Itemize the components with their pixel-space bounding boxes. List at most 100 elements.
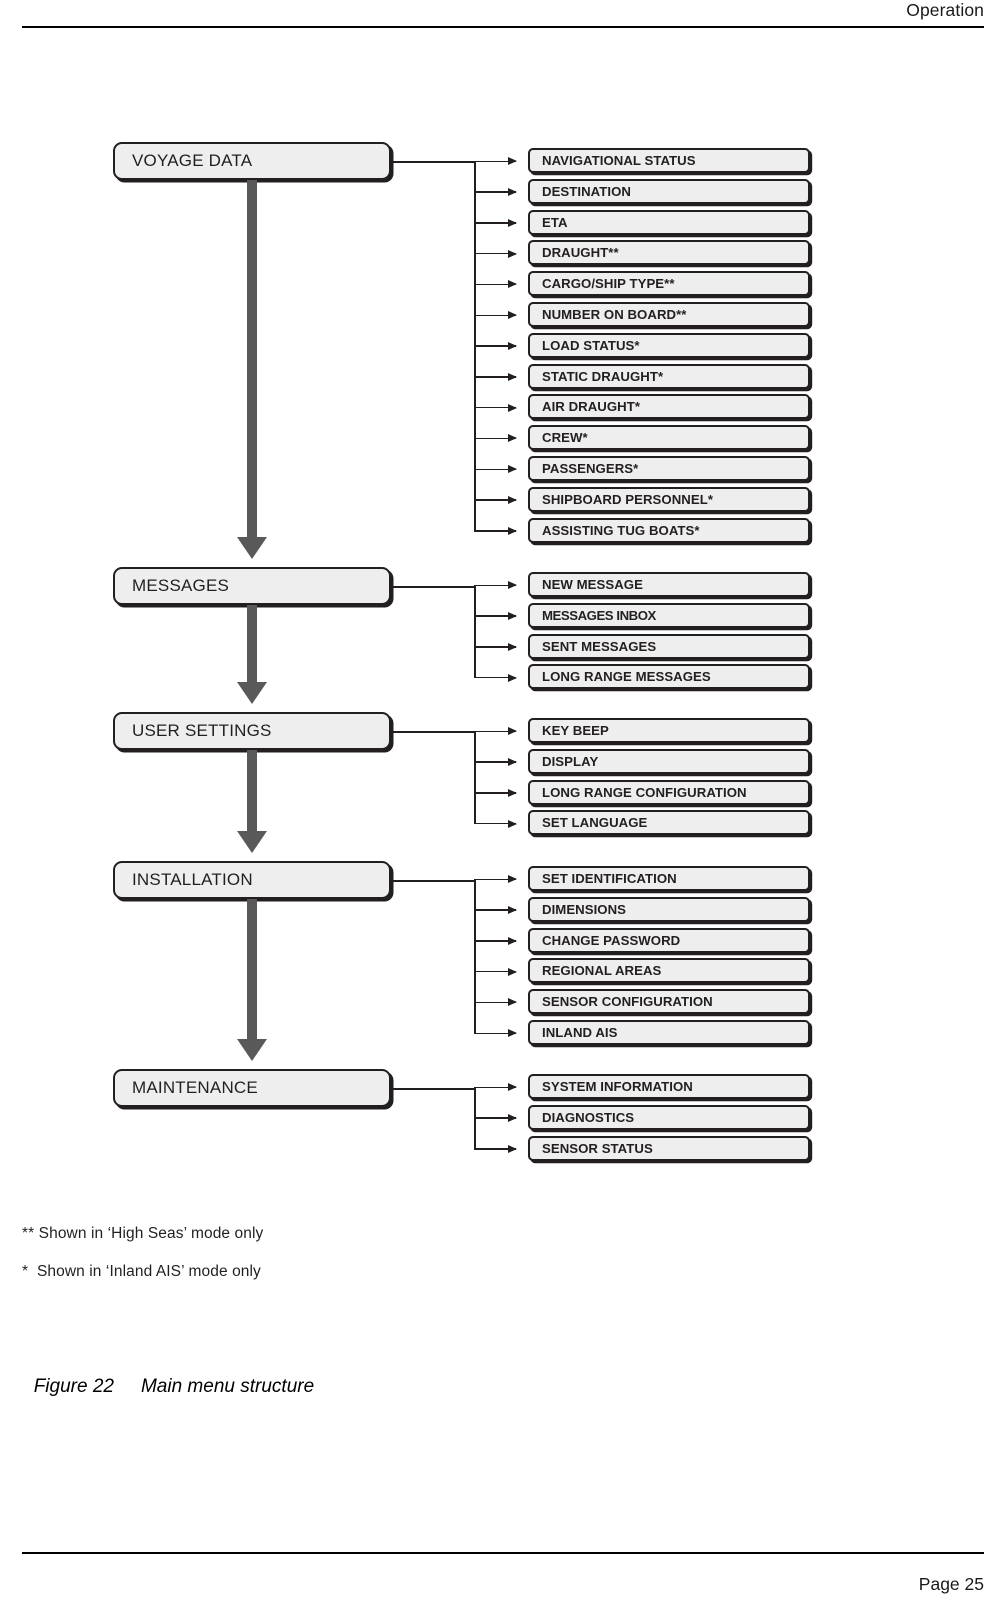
menu-box-user-settings[interactable]: USER SETTINGS <box>113 712 391 750</box>
flow-arrow-shaft <box>247 605 257 682</box>
submenu-box-label: REGIONAL AREAS <box>542 963 662 979</box>
connector-arrow <box>474 612 517 619</box>
connector-arrow <box>474 906 517 913</box>
submenu-box-label: DRAUGHT** <box>542 245 619 261</box>
menu-box-voyage-data[interactable]: VOYAGE DATA <box>113 142 391 180</box>
submenu-box-label: ETA <box>542 214 568 230</box>
submenu-box[interactable]: DESTINATION <box>528 178 810 204</box>
submenu-box-label: ASSISTING TUG BOATS* <box>542 522 700 538</box>
submenu-box-label: NUMBER ON BOARD** <box>542 307 687 322</box>
connector-arrow <box>474 157 517 165</box>
submenu-box[interactable]: SYSTEM INFORMATION <box>528 1074 810 1099</box>
submenu-box[interactable]: LOAD STATUS* <box>528 332 810 358</box>
menu-box-label: MESSAGES <box>132 576 230 595</box>
submenu-box[interactable]: SHIPBOARD PERSONNEL* <box>528 486 810 512</box>
connector-arrow <box>474 727 517 735</box>
submenu-box[interactable]: DRAUGHT** <box>528 240 810 266</box>
submenu-box[interactable]: CHANGE PASSWORD <box>528 927 810 953</box>
menu-box-label: USER SETTINGS <box>132 721 272 740</box>
connector-arrow <box>474 1145 517 1152</box>
submenu-box[interactable]: SENT MESSAGES <box>528 633 810 659</box>
menu-box-messages[interactable]: MESSAGES <box>113 567 391 605</box>
submenu-box-label: SET LANGUAGE <box>542 815 648 831</box>
submenu-box-label: PASSENGERS* <box>542 461 639 476</box>
connector-stem <box>393 731 474 733</box>
submenu-box-label: STATIC DRAUGHT* <box>542 368 664 384</box>
submenu-box-label: SHIPBOARD PERSONNEL* <box>542 491 713 507</box>
submenu-box[interactable]: NUMBER ON BOARD** <box>528 302 810 327</box>
flow-arrow-head-icon <box>237 537 267 559</box>
submenu-box-label: SENSOR STATUS <box>542 1140 653 1156</box>
submenu-box[interactable]: PASSENGERS* <box>528 456 810 481</box>
submenu-box-label: DIAGNOSTICS <box>542 1109 635 1125</box>
submenu-box[interactable]: NAVIGATIONAL STATUS <box>528 148 810 173</box>
submenu-box[interactable]: NEW MESSAGE <box>528 572 810 597</box>
submenu-box-label: CHANGE PASSWORD <box>542 932 681 948</box>
connector-arrow <box>474 527 517 534</box>
connector-arrow <box>474 188 517 195</box>
submenu-box-label: SYSTEM INFORMATION <box>542 1079 693 1094</box>
connector-arrow <box>474 1029 517 1037</box>
submenu-box[interactable]: KEY BEEP <box>528 718 810 743</box>
submenu-box[interactable]: CREW* <box>528 425 810 451</box>
connector-arrow <box>474 875 517 883</box>
menu-box-label: MAINTENANCE <box>132 1078 258 1097</box>
connector-stem <box>393 880 474 882</box>
submenu-box[interactable]: INLAND AIS <box>528 1020 810 1045</box>
submenu-box-label: INLAND AIS <box>542 1025 618 1040</box>
flow-arrow-shaft <box>247 180 257 537</box>
connector-trunk <box>474 586 476 677</box>
menu-box-installation[interactable]: INSTALLATION <box>113 861 391 899</box>
submenu-box[interactable]: ASSISTING TUG BOATS* <box>528 517 810 543</box>
submenu-box[interactable]: DIMENSIONS <box>528 896 810 922</box>
submenu-box-label: LONG RANGE CONFIGURATION <box>542 784 747 800</box>
connector-stem <box>393 161 474 163</box>
figure-title: Main menu structure <box>140 1376 315 1397</box>
submenu-box-label: MESSAGES INBOX <box>542 607 656 623</box>
connector-arrow <box>474 404 517 411</box>
connector-arrow <box>474 280 517 288</box>
submenu-box-label: LONG RANGE MESSAGES <box>542 669 711 685</box>
submenu-box[interactable]: LONG RANGE MESSAGES <box>528 664 810 690</box>
connector-arrow <box>474 465 517 473</box>
submenu-box-label: SET IDENTIFICATION <box>542 871 677 886</box>
submenu-box[interactable]: SET IDENTIFICATION <box>528 866 810 891</box>
submenu-box[interactable]: ETA <box>528 209 810 235</box>
connector-arrow <box>474 758 517 765</box>
submenu-box-label: KEY BEEP <box>542 723 609 738</box>
connector-arrow <box>474 643 517 650</box>
submenu-box[interactable]: AIR DRAUGHT* <box>528 394 810 420</box>
submenu-box[interactable]: CARGO/SHIP TYPE** <box>528 271 810 297</box>
footnote-inland-ais: * Shown in ‘Inland AIS’ mode only <box>22 1263 261 1280</box>
connector-arrow <box>474 937 517 944</box>
submenu-box-label: NAVIGATIONAL STATUS <box>542 153 696 168</box>
submenu-box-label: NEW MESSAGE <box>542 577 643 592</box>
connector-arrow <box>474 1114 517 1121</box>
connector-arrow <box>474 998 517 1006</box>
connector-arrow <box>474 820 517 827</box>
submenu-box-label: SENT MESSAGES <box>542 638 657 654</box>
footer-divider <box>22 1552 984 1554</box>
submenu-box[interactable]: LONG RANGE CONFIGURATION <box>528 779 810 805</box>
page-number: Page 25 <box>918 1574 984 1594</box>
flow-arrow-down <box>237 180 267 559</box>
connector-arrow <box>474 1083 517 1091</box>
flow-arrow-shaft <box>247 750 257 831</box>
submenu-box[interactable]: DIAGNOSTICS <box>528 1104 810 1130</box>
figure-caption: Figure 22 Main menu structure <box>0 1332 1006 1420</box>
submenu-box-label: CREW* <box>542 430 588 446</box>
submenu-box[interactable]: DISPLAY <box>528 748 810 774</box>
submenu-box[interactable]: SET LANGUAGE <box>528 810 810 836</box>
flow-arrow-shaft <box>247 899 257 1039</box>
flow-arrow-head-icon <box>237 682 267 704</box>
connector-arrow <box>474 250 517 257</box>
submenu-box[interactable]: STATIC DRAUGHT* <box>528 363 810 389</box>
submenu-box[interactable]: SENSOR CONFIGURATION <box>528 989 810 1015</box>
menu-box-maintenance[interactable]: MAINTENANCE <box>113 1069 391 1107</box>
submenu-box[interactable]: SENSOR STATUS <box>528 1135 810 1161</box>
submenu-box-label: DESTINATION <box>542 183 631 199</box>
submenu-box[interactable]: MESSAGES INBOX <box>528 602 810 628</box>
flow-arrow-down <box>237 605 267 704</box>
main-menu-structure-diagram: VOYAGE DATA NAVIGATIONAL STATUS DESTINATIO… <box>0 0 1006 1400</box>
submenu-box[interactable]: REGIONAL AREAS <box>528 958 810 984</box>
